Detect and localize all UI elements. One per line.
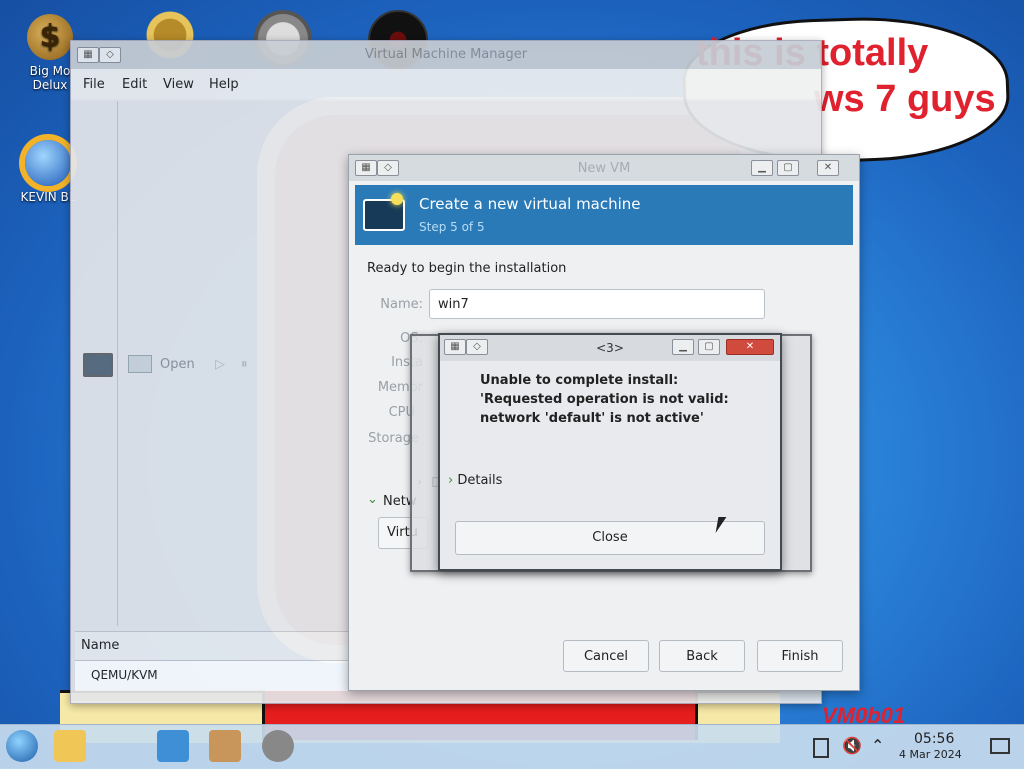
open-monitor-icon xyxy=(128,355,152,373)
close-icon[interactable]: ✕ xyxy=(726,339,774,355)
vm-name-input[interactable]: win7 xyxy=(429,289,765,319)
wizard-title: Create a new virtual machine xyxy=(419,195,641,213)
show-desktop-icon[interactable] xyxy=(990,738,1010,754)
globe-icon xyxy=(25,140,71,186)
finish-button[interactable]: Finish xyxy=(757,640,843,672)
virt-manager-taskbar-icon[interactable] xyxy=(262,730,294,762)
sparkle-icon xyxy=(391,193,403,205)
ready-text: Ready to begin the installation xyxy=(367,261,567,276)
chevron-right-icon: › xyxy=(448,473,454,488)
back-button[interactable]: Back xyxy=(659,640,745,672)
error-titlebar[interactable]: ▦ ◇ <3> ▁ ▢ ✕ xyxy=(440,335,780,361)
minimize-icon[interactable]: ▁ xyxy=(672,339,694,355)
network-chevron-icon[interactable]: ⌄ xyxy=(367,492,378,507)
file-manager-icon[interactable] xyxy=(54,730,86,762)
minimize-icon[interactable]: ▁ xyxy=(751,160,773,176)
manager-title: Virtual Machine Manager xyxy=(364,47,528,62)
error-dialog: ▦ ◇ <3> ▁ ▢ ✕ Unable to complete install… xyxy=(438,333,782,571)
clipboard-icon[interactable] xyxy=(813,738,829,758)
volume-muted-icon[interactable]: 🔇 xyxy=(842,736,862,755)
wizard-header: Create a new virtual machine Step 5 of 5 xyxy=(355,185,853,245)
open-button[interactable]: Open xyxy=(160,357,195,372)
run-icon[interactable]: ▷ xyxy=(215,357,225,372)
wizard-step: Step 5 of 5 xyxy=(419,220,485,234)
pause-icon[interactable]: ⏸ xyxy=(241,357,248,372)
clock-date[interactable]: 4 Mar 2024 xyxy=(899,748,962,761)
connection-label: QEMU/KVM xyxy=(91,668,158,682)
column-name-header[interactable]: Name xyxy=(81,638,119,653)
maximize-icon[interactable]: ▢ xyxy=(777,160,799,176)
chevron-up-icon[interactable]: ⌃ xyxy=(871,736,884,755)
menu-file[interactable]: File xyxy=(83,77,105,92)
money-bag-icon: $ xyxy=(27,14,73,60)
package-icon[interactable] xyxy=(209,730,241,762)
cpu-label: CPU xyxy=(388,405,415,420)
start-button[interactable] xyxy=(6,730,38,762)
new-vm-titlebar[interactable]: ▦ ◇ New VM ▁ ▢ ✕ xyxy=(349,155,859,181)
menu-help[interactable]: Help xyxy=(209,77,239,92)
storage-label: Storage xyxy=(368,431,419,446)
menu-view[interactable]: View xyxy=(163,77,194,92)
close-icon[interactable]: ✕ xyxy=(817,160,839,176)
clock-time[interactable]: 05:56 xyxy=(914,731,954,747)
manager-toolbar-divider xyxy=(117,101,118,626)
manager-titlebar[interactable]: ▦ ◇ Virtual Machine Manager xyxy=(71,41,821,69)
new-vm-toolbar-icon[interactable] xyxy=(83,353,113,377)
details-expander[interactable]: › Details xyxy=(448,473,502,488)
maximize-icon[interactable]: ▢ xyxy=(698,339,720,355)
cancel-button[interactable]: Cancel xyxy=(563,640,649,672)
name-label: Name: xyxy=(380,297,423,312)
control-panel-icon[interactable] xyxy=(157,730,189,762)
menu-edit[interactable]: Edit xyxy=(122,77,147,92)
details-label: Details xyxy=(457,473,503,488)
error-message: Unable to complete install: 'Requested o… xyxy=(480,373,729,426)
